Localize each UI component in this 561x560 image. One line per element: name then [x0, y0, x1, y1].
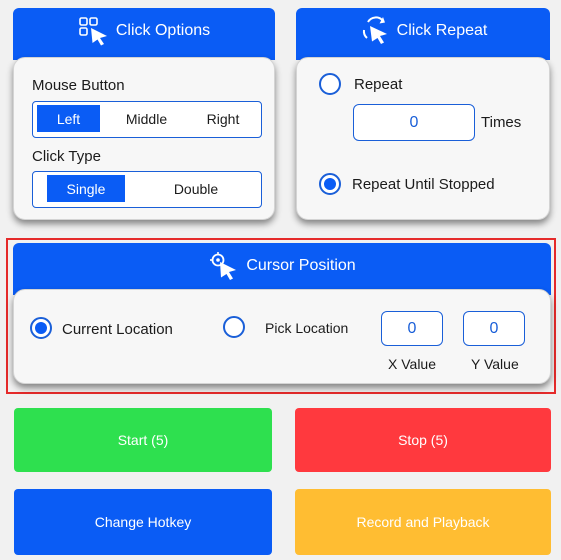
times-label: Times	[481, 114, 522, 131]
cursor-position-card: Current Location Pick Location 0 0 X Val…	[13, 289, 551, 384]
mouse-button-selector: Left Middle Right	[32, 101, 262, 138]
stop-button[interactable]: Stop (5)	[295, 408, 551, 472]
change-hotkey-button[interactable]: Change Hotkey	[14, 489, 272, 555]
mouse-button-middle[interactable]: Middle	[113, 105, 180, 132]
mouse-button-left[interactable]: Left	[37, 105, 100, 132]
start-button[interactable]: Start (5)	[14, 408, 272, 472]
y-value-input[interactable]: 0	[463, 311, 525, 346]
cursor-position-header: Cursor Position	[13, 243, 551, 295]
click-options-panel: Click Options Mouse Button Left Middle R…	[13, 8, 275, 220]
repeat-cursor-icon	[359, 16, 393, 46]
mouse-button-label: Mouse Button	[32, 77, 125, 94]
x-value-label: X Value	[388, 356, 436, 372]
mouse-button-right[interactable]: Right	[191, 105, 255, 132]
record-playback-button[interactable]: Record and Playback	[295, 489, 551, 555]
click-options-card: Mouse Button Left Middle Right Click Typ…	[13, 57, 275, 220]
click-repeat-card: Repeat 0 Times Repeat Until Stopped	[296, 57, 550, 220]
click-type-double[interactable]: Double	[151, 175, 241, 202]
click-type-selector: Single Double	[32, 171, 262, 208]
repeat-count-input[interactable]: 0	[353, 104, 475, 141]
target-cursor-icon	[208, 251, 242, 281]
repeat-label: Repeat	[354, 76, 403, 93]
click-type-label: Click Type	[32, 148, 101, 165]
click-options-header: Click Options	[13, 8, 275, 60]
current-location-radio[interactable]	[30, 317, 52, 339]
x-value-input[interactable]: 0	[381, 311, 443, 346]
click-options-title: Click Options	[115, 22, 211, 39]
repeat-until-stopped-radio[interactable]	[319, 173, 341, 195]
repeat-until-stopped-label: Repeat Until Stopped	[352, 176, 495, 193]
pick-location-radio[interactable]	[223, 316, 245, 338]
repeat-radio[interactable]	[319, 73, 341, 95]
click-repeat-title: Click Repeat	[396, 22, 488, 39]
y-value-label: Y Value	[471, 356, 519, 372]
cursor-position-title: Cursor Position	[246, 257, 356, 274]
click-repeat-panel: Click Repeat Repeat 0 Times Repeat Until…	[296, 8, 550, 220]
click-type-single[interactable]: Single	[47, 175, 125, 202]
pick-location-label: Pick Location	[265, 320, 349, 336]
click-repeat-header: Click Repeat	[296, 8, 550, 60]
cursor-position-panel: Cursor Position Current Location Pick Lo…	[13, 243, 551, 384]
current-location-label: Current Location	[62, 321, 173, 338]
grid-cursor-icon	[78, 16, 112, 46]
